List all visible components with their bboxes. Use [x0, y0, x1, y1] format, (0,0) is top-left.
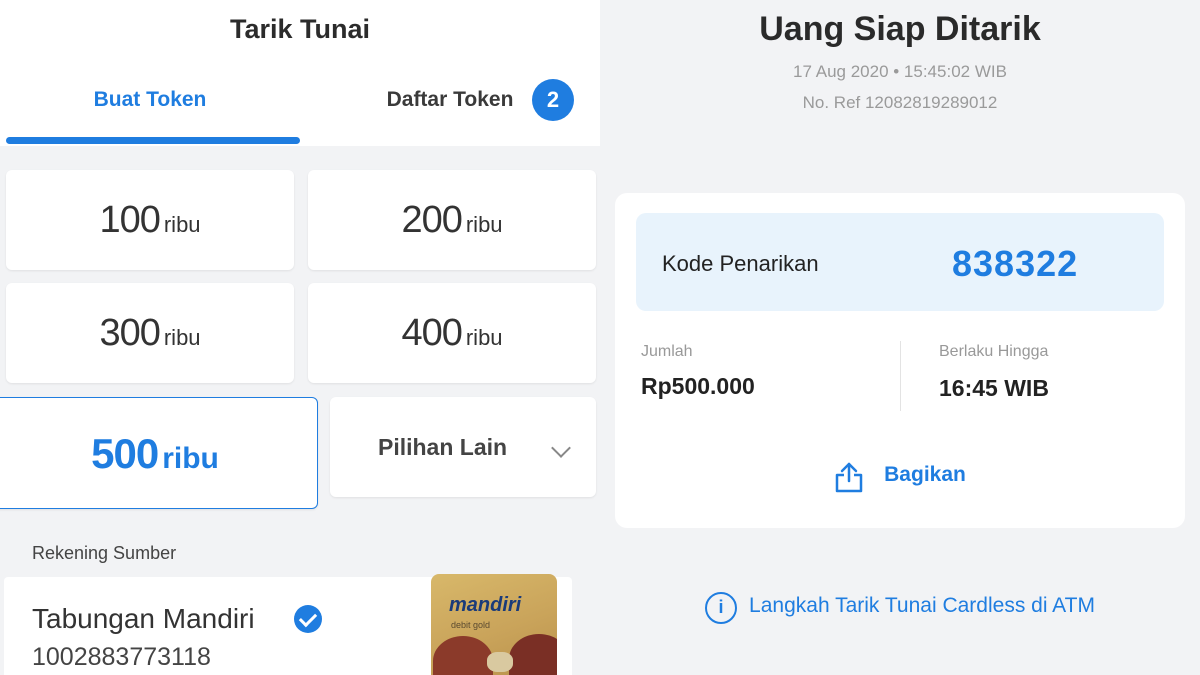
- card-art: [509, 634, 557, 675]
- token-count-badge: 2: [532, 79, 574, 121]
- atm-steps-label: Langkah Tarik Tunai Cardless di ATM: [749, 594, 1095, 617]
- divider: [900, 341, 901, 411]
- debit-card-image: mandiri debit gold: [431, 574, 557, 675]
- card-art: [433, 636, 493, 675]
- amount-unit: ribu: [163, 325, 201, 350]
- page-title: Tarik Tunai: [229, 14, 371, 44]
- other-option-dropdown[interactable]: Pilihan Lain: [330, 397, 596, 497]
- withdrawal-code-box: Kode Penarikan 838322: [636, 213, 1164, 311]
- source-account-card[interactable]: Tabungan Mandiri 1002883773118 mandiri d…: [4, 574, 572, 675]
- info-row: i Langkah Tarik Tunai Cardless di ATM: [600, 592, 1200, 624]
- tab-daftar-token-label: Daftar Token: [386, 88, 514, 111]
- amount-value: 100: [99, 199, 160, 241]
- card-type: debit gold: [451, 620, 491, 630]
- amount-unit: ribu: [465, 212, 503, 237]
- left-header: Tarik Tunai Buat Token Daftar Token 2: [0, 0, 600, 146]
- valid-until-value: 16:45 WIB: [939, 375, 1049, 401]
- chevron-down-icon: [551, 438, 571, 458]
- withdrawal-code-label: Kode Penarikan: [662, 251, 819, 276]
- amount-value: 200: [401, 199, 462, 241]
- card-brand-logo: mandiri: [449, 594, 522, 616]
- account-name: Tabungan Mandiri: [32, 603, 255, 634]
- withdrawal-card: Kode Penarikan 838322 Jumlah Rp500.000 B…: [615, 193, 1185, 528]
- info-icon: i: [705, 592, 738, 624]
- amount-option-300[interactable]: 300 ribu: [6, 283, 294, 383]
- amount-option-400[interactable]: 400 ribu: [308, 283, 596, 383]
- amount-value: 500: [91, 430, 159, 477]
- amount-value: Rp500.000: [641, 373, 755, 399]
- valid-until-label: Berlaku Hingga: [939, 343, 1049, 360]
- left-panel: Tarik Tunai Buat Token Daftar Token 2 10…: [0, 0, 600, 675]
- amount-value: 400: [401, 312, 462, 354]
- share-row: Bagikan: [615, 462, 1185, 493]
- transaction-datetime: 17 Aug 2020 • 15:45:02 WIB: [793, 62, 1007, 81]
- atm-steps-link[interactable]: i Langkah Tarik Tunai Cardless di ATM: [705, 592, 1095, 624]
- source-account-label: Rekening Sumber: [32, 543, 177, 563]
- amount-option-200[interactable]: 200 ribu: [308, 170, 596, 270]
- share-icon: [835, 462, 863, 493]
- amount-unit: ribu: [163, 212, 201, 237]
- amount-option-500-selected[interactable]: 500 ribu: [0, 397, 318, 509]
- amount-unit: ribu: [465, 325, 503, 350]
- result-title: Uang Siap Ditarik: [759, 10, 1041, 48]
- right-panel: Uang Siap Ditarik 17 Aug 2020 • 15:45:02…: [600, 0, 1200, 675]
- amount-label: Jumlah: [641, 343, 693, 360]
- tab-buat-token[interactable]: Buat Token: [0, 88, 300, 112]
- card-art: [487, 652, 513, 672]
- amount-option-100[interactable]: 100 ribu: [6, 170, 294, 270]
- share-button[interactable]: Bagikan: [834, 462, 966, 493]
- active-tab-indicator: [6, 137, 300, 144]
- amount-value: 300: [99, 312, 160, 354]
- check-badge-icon: [294, 605, 322, 633]
- withdrawal-code-value: 838322: [952, 243, 1079, 284]
- amount-unit: ribu: [162, 442, 219, 475]
- account-number: 1002883773118: [32, 643, 211, 671]
- share-label: Bagikan: [884, 463, 966, 486]
- other-option-label: Pilihan Lain: [378, 434, 508, 460]
- reference-number: No. Ref 12082819289012: [802, 93, 998, 112]
